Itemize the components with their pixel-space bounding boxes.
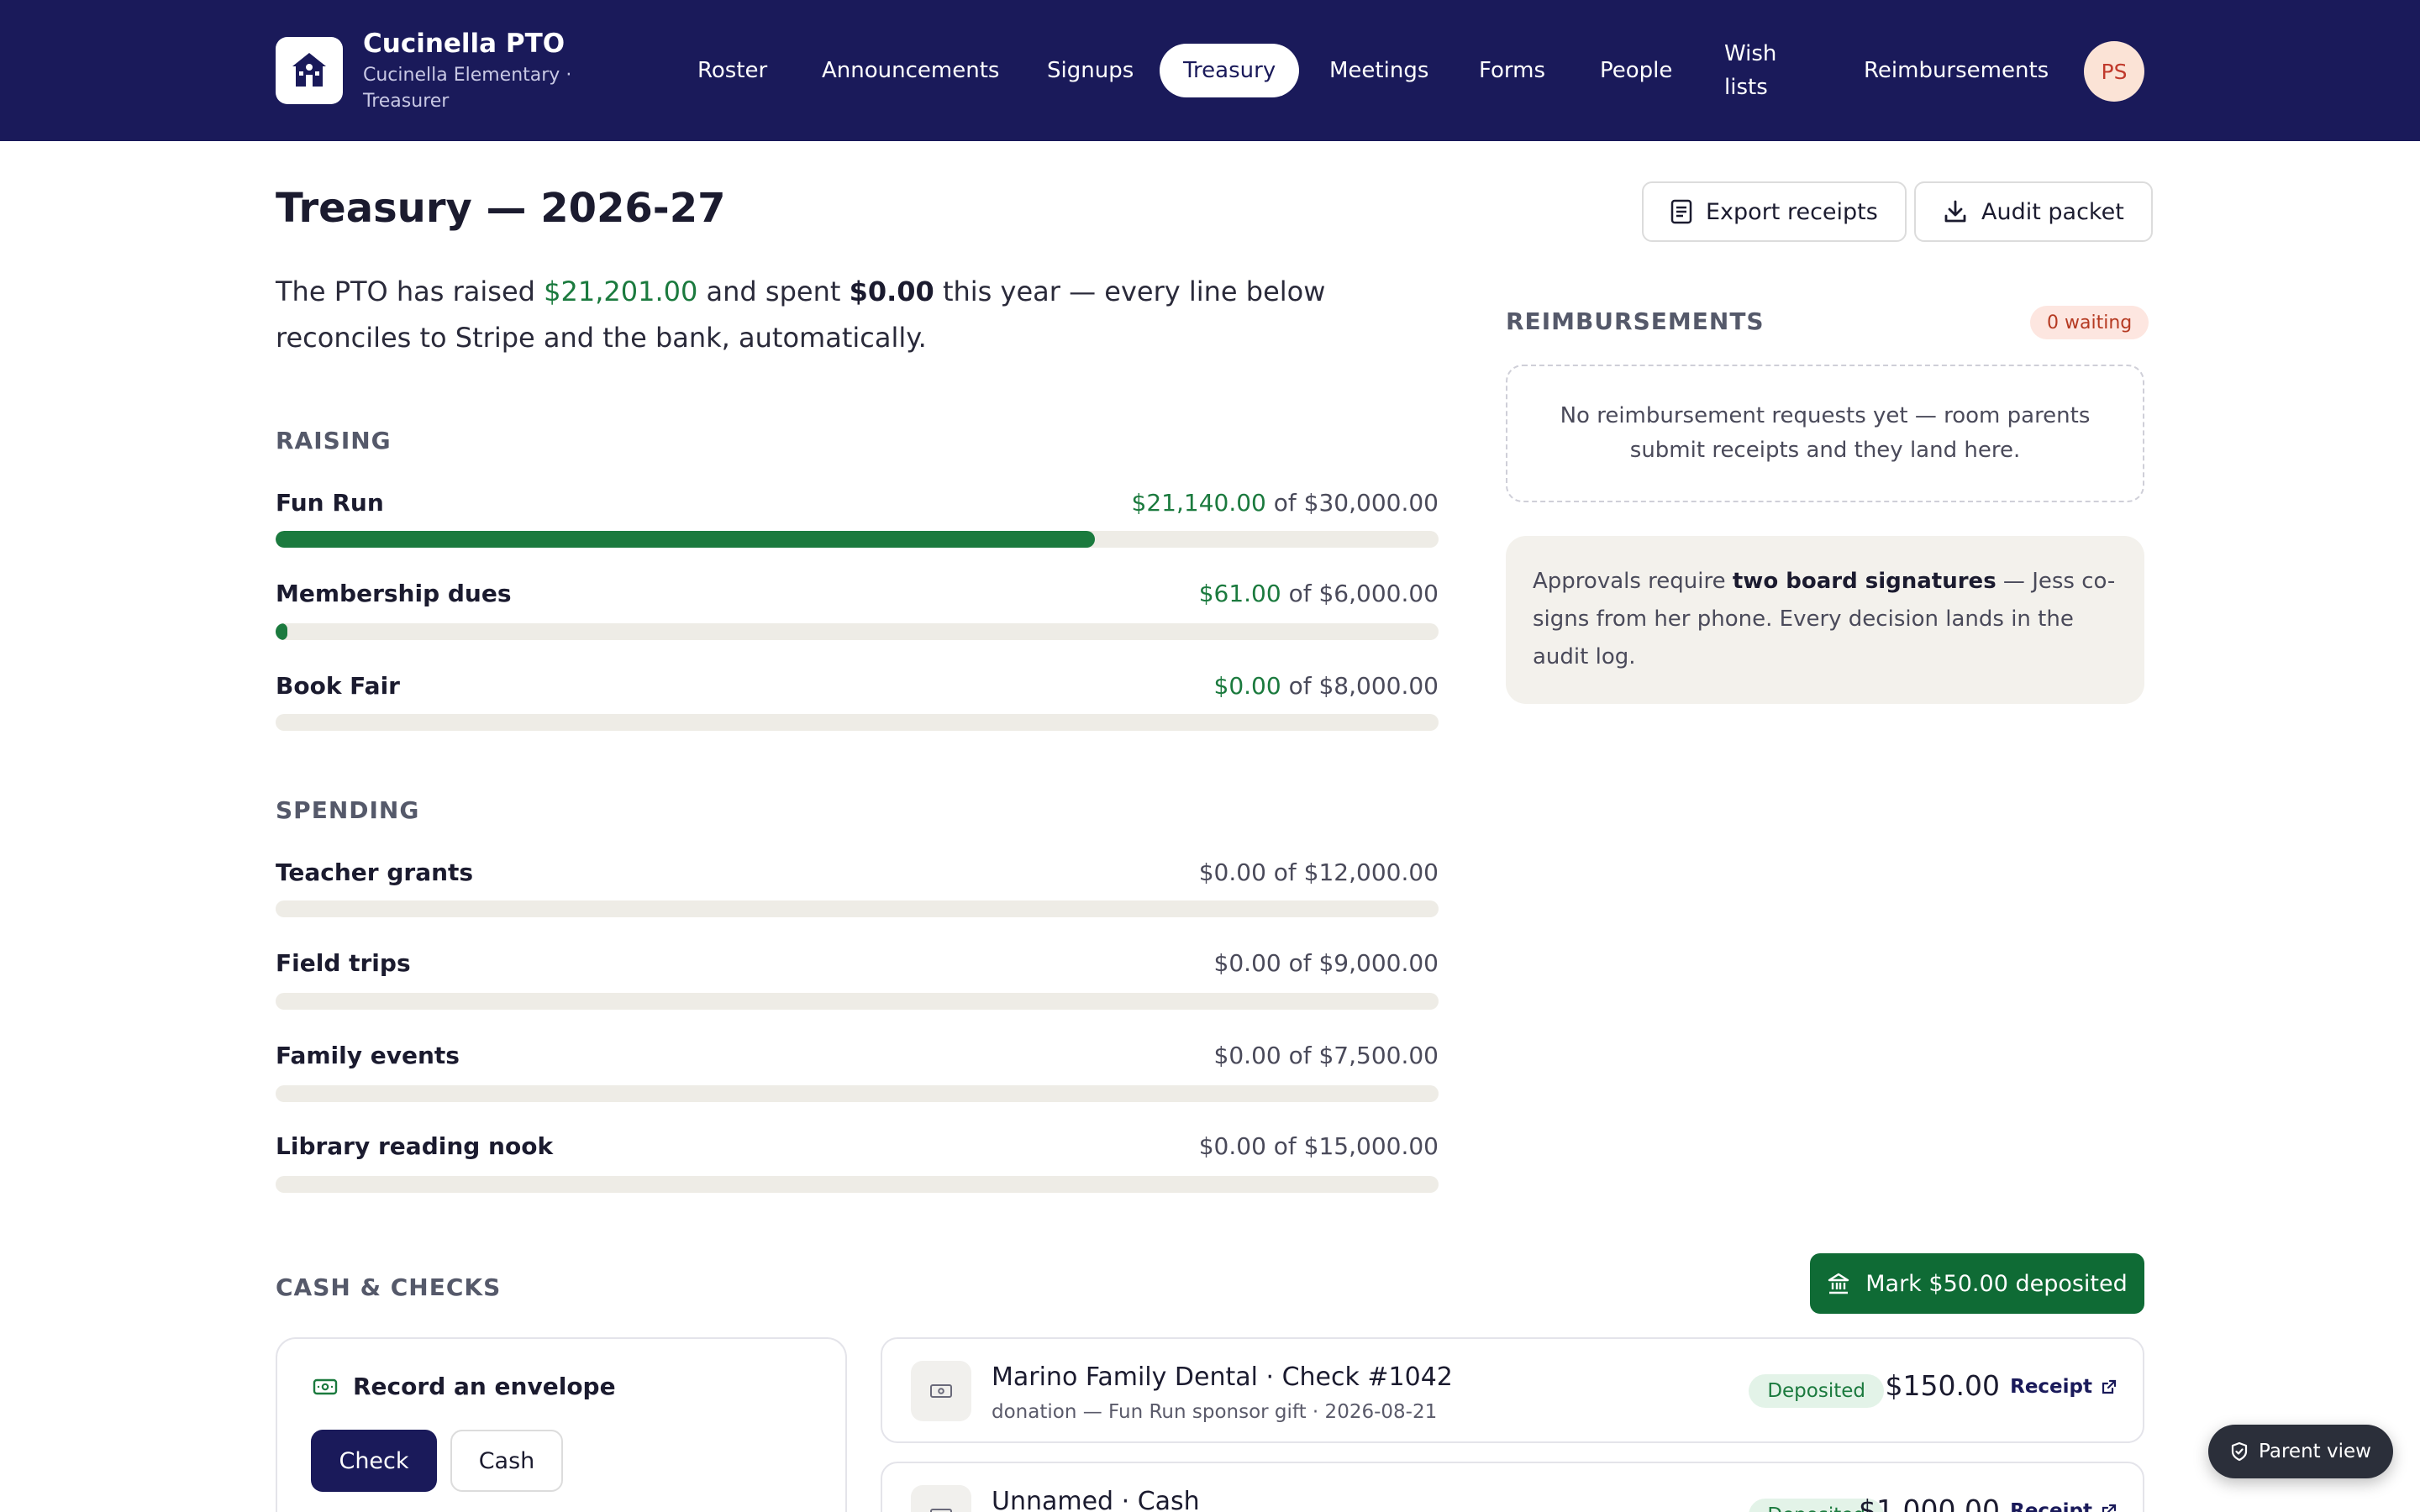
- progress-fill: [276, 623, 288, 640]
- budget-name-book-fair: Book Fair: [276, 672, 400, 700]
- entry-subtitle: donation — Fun Run sponsor gift · 2026-0…: [992, 1401, 1438, 1423]
- approvals-text: Approvals require: [1533, 569, 1733, 594]
- progress-fill: [276, 531, 1096, 548]
- user-avatar[interactable]: PS: [2084, 41, 2144, 102]
- mark-deposited-label: Mark $50.00 deposited: [1865, 1270, 2128, 1297]
- receipt-link[interactable]: Receipt: [2010, 1500, 2118, 1512]
- reimbursements-empty-state: No reimbursement requests yet — room par…: [1506, 365, 2144, 502]
- receipt-link[interactable]: Receipt: [2010, 1376, 2118, 1398]
- budget-amount-fun-run: $21,140.00 of $30,000.00: [1132, 489, 1439, 517]
- ledger-entry[interactable]: Unnamed · Cash Deposited $1,000.00 Recei…: [881, 1462, 2144, 1512]
- nav-people[interactable]: People: [1600, 44, 1672, 97]
- export-receipts-label: Export receipts: [1706, 198, 1878, 225]
- nav-reimbursements[interactable]: Reimbursements: [1864, 44, 2049, 97]
- org-subtitle: Cucinella Elementary · Treasurer: [363, 65, 572, 112]
- nav-wish-lists[interactable]: Wish lists: [1724, 37, 1791, 104]
- receipt-icon: [1670, 199, 1692, 224]
- nav-announcements[interactable]: Announcements: [822, 44, 999, 97]
- budget-name-library-reading-nook: Library reading nook: [276, 1132, 554, 1160]
- download-icon: [1944, 200, 1966, 223]
- receipt-link-label: Receipt: [2010, 1500, 2092, 1512]
- summary-text: and spent: [697, 276, 850, 307]
- raised-total: $21,201.00: [544, 276, 698, 307]
- budget-amount-library-reading-nook: $0.00 of $15,000.00: [1198, 1132, 1439, 1160]
- record-envelope-title: Record an envelope: [313, 1373, 616, 1400]
- nav-meetings[interactable]: Meetings: [1329, 44, 1428, 97]
- toggle-cash[interactable]: Cash: [450, 1430, 563, 1492]
- treasury-summary: The PTO has raised $21,201.00 and spent …: [276, 269, 1452, 361]
- budget-amount-teacher-grants: $0.00 of $12,000.00: [1198, 858, 1439, 886]
- bank-icon: [1828, 1273, 1849, 1294]
- audit-packet-label: Audit packet: [1981, 198, 2124, 225]
- org-name: Cucinella PTO: [363, 29, 566, 59]
- progress-bar-membership-dues: [276, 623, 1439, 640]
- external-link-icon: [2102, 1504, 2117, 1512]
- progress-bar-teacher-grants: [276, 900, 1439, 917]
- cash-icon: [930, 1384, 952, 1398]
- progress-bar-fun-run: [276, 531, 1439, 548]
- ledger-entry[interactable]: Marino Family Dental · Check #1042 donat…: [881, 1337, 2144, 1443]
- entry-amount: $150.00: [1885, 1369, 2000, 1402]
- parent-view-label: Parent view: [2259, 1441, 2371, 1462]
- nav-signups[interactable]: Signups: [1047, 44, 1134, 97]
- waiting-count-badge: 0 waiting: [2030, 306, 2149, 339]
- toggle-check[interactable]: Check: [311, 1430, 437, 1492]
- of-text: of: [1281, 580, 1319, 607]
- nav-treasury[interactable]: Treasury: [1160, 44, 1300, 97]
- school-logo[interactable]: [276, 37, 343, 104]
- spent-total: $0.00: [849, 276, 934, 307]
- entry-title: Unnamed · Cash: [992, 1487, 1200, 1512]
- budget-name-fun-run: Fun Run: [276, 489, 384, 517]
- nav-forms[interactable]: Forms: [1479, 44, 1545, 97]
- spending-heading: SPENDING: [276, 796, 420, 824]
- deposited-badge: Deposited: [1749, 1374, 1884, 1408]
- budget-name-field-trips: Field trips: [276, 949, 411, 977]
- cash-icon: [930, 1509, 952, 1512]
- budget-name-family-events: Family events: [276, 1042, 460, 1069]
- progress-bar-family-events: [276, 1085, 1439, 1102]
- mark-deposited-button[interactable]: Mark $50.00 deposited: [1810, 1253, 2144, 1314]
- record-envelope-card: Record an envelope Check Cash: [276, 1337, 847, 1512]
- budget-amount-field-trips: $0.00 of $9,000.00: [1213, 949, 1439, 977]
- goal-amount: $6,000.00: [1318, 580, 1439, 607]
- record-envelope-label: Record an envelope: [353, 1373, 616, 1400]
- raised-amount: $61.00: [1198, 580, 1281, 607]
- of-text: of: [1281, 672, 1319, 700]
- reimbursements-heading: REIMBURSEMENTS: [1506, 307, 1765, 335]
- entry-title: Marino Family Dental · Check #1042: [992, 1362, 1453, 1392]
- raised-amount: $21,140.00: [1131, 489, 1266, 517]
- cash-icon: [313, 1378, 338, 1394]
- entry-cash-icon: [911, 1485, 971, 1512]
- progress-bar-library-reading-nook: [276, 1176, 1439, 1193]
- raising-heading: RAISING: [276, 427, 392, 454]
- schoolhouse-icon: [292, 53, 326, 87]
- budget-name-teacher-grants: Teacher grants: [276, 858, 474, 886]
- goal-amount: $8,000.00: [1318, 672, 1439, 700]
- budget-amount-book-fair: $0.00 of $8,000.00: [1214, 672, 1439, 700]
- raised-amount: $0.00: [1213, 672, 1281, 700]
- summary-text: The PTO has raised: [276, 276, 544, 307]
- progress-bar-book-fair: [276, 714, 1439, 731]
- export-receipts-button[interactable]: Export receipts: [1642, 181, 1907, 242]
- page-title: Treasury — 2026-27: [276, 185, 726, 232]
- budget-amount-family-events: $0.00 of $7,500.00: [1213, 1042, 1439, 1069]
- of-text: of: [1265, 489, 1304, 517]
- shield-icon: [2231, 1441, 2248, 1462]
- approvals-note: Approvals require two board signatures —…: [1506, 536, 2144, 704]
- audit-packet-button[interactable]: Audit packet: [1914, 181, 2153, 242]
- top-nav-bar: Cucinella PTO Cucinella Elementary · Tre…: [0, 0, 2420, 141]
- progress-bar-field-trips: [276, 993, 1439, 1010]
- goal-amount: $30,000.00: [1303, 489, 1439, 517]
- budget-name-membership-dues: Membership dues: [276, 580, 512, 607]
- entry-cash-icon: [911, 1361, 971, 1421]
- external-link-icon: [2102, 1379, 2117, 1394]
- budget-amount-membership-dues: $61.00 of $6,000.00: [1199, 580, 1439, 607]
- approvals-emphasis: two board signatures: [1732, 569, 1996, 594]
- receipt-link-label: Receipt: [2010, 1376, 2092, 1398]
- cash-checks-heading: CASH & CHECKS: [276, 1273, 502, 1301]
- entry-amount: $1,000.00: [1859, 1494, 2000, 1512]
- parent-view-button[interactable]: Parent view: [2208, 1425, 2393, 1478]
- nav-roster[interactable]: Roster: [697, 44, 767, 97]
